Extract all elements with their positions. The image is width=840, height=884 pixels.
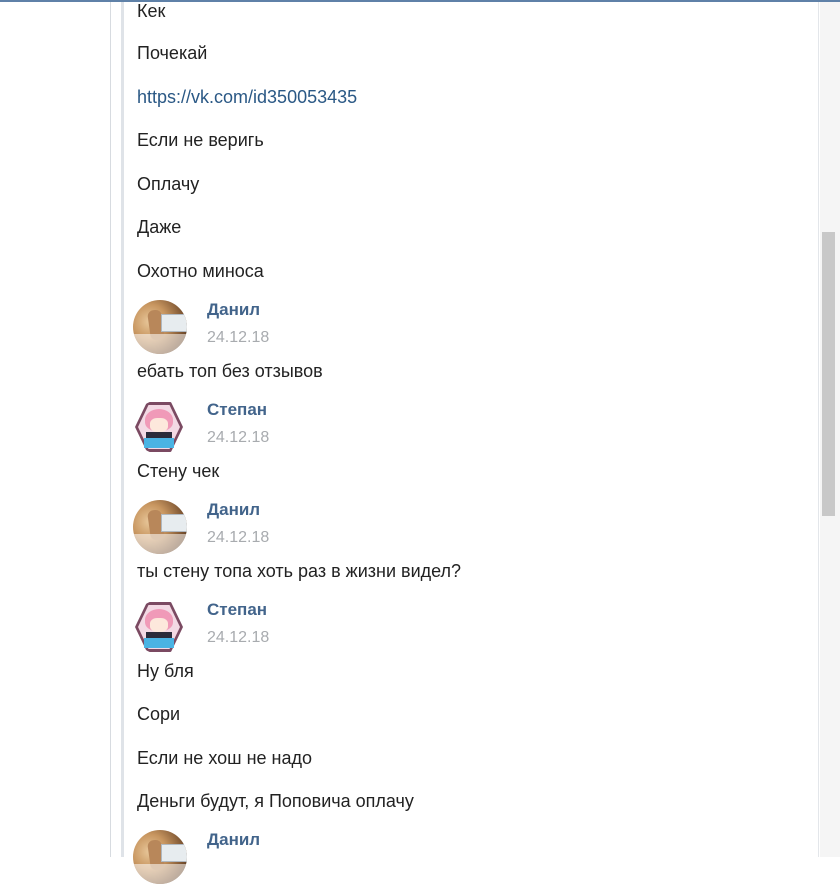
message-text: Охотно миноса [137, 261, 264, 281]
message-date[interactable]: 24.12.18 [207, 628, 269, 648]
message-text: Кек [137, 1, 166, 21]
message-date[interactable]: 24.12.18 [207, 528, 269, 548]
message-text: Если не веригь [137, 130, 264, 150]
author-avatar[interactable] [133, 830, 187, 884]
message-text: Стену чек [137, 461, 220, 481]
message-text: Оплачу [137, 174, 200, 194]
message-text: ебать топ без отзывов [137, 361, 323, 381]
scrollbar-thumb[interactable] [822, 232, 835, 516]
message-text: Если не хош не надо [137, 748, 312, 768]
message-date[interactable]: 24.12.18 [207, 328, 269, 348]
author-name[interactable]: Степан [207, 400, 267, 420]
author-name[interactable]: Данил [207, 500, 260, 520]
message-text: Деньги будут, я Поповича оплачу [137, 791, 414, 811]
message-text: Даже [137, 217, 182, 237]
message-text: Ну бля [137, 661, 194, 681]
page-margin [0, 2, 110, 857]
author-avatar[interactable] [133, 400, 187, 454]
divider-right [818, 2, 819, 857]
author-name[interactable]: Данил [207, 830, 260, 850]
author-avatar[interactable] [133, 300, 187, 354]
message-text: Сори [137, 704, 181, 724]
message-link[interactable]: https://vk.com/id350053435 [137, 86, 357, 108]
message-text: ты стену топа хоть раз в жизни видел? [137, 561, 462, 581]
author-avatar[interactable] [133, 500, 187, 554]
message-text: Почекай [137, 43, 208, 63]
window-top-border [0, 0, 840, 2]
thread-line [121, 2, 124, 857]
author-name[interactable]: Данил [207, 300, 260, 320]
author-avatar[interactable] [133, 600, 187, 654]
message-date[interactable]: 24.12.18 [207, 428, 269, 448]
author-name[interactable]: Степан [207, 600, 267, 620]
divider-left [110, 2, 111, 857]
